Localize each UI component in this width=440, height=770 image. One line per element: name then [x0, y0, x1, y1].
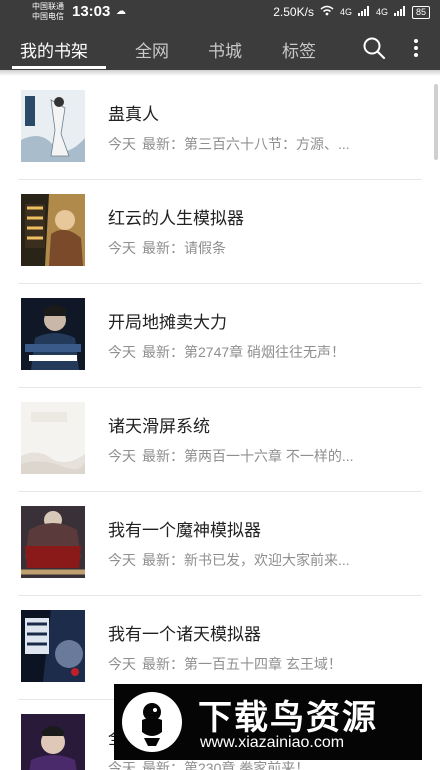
update-date: 今天 — [108, 448, 136, 464]
wifi-icon — [320, 5, 334, 19]
tab-bookstore[interactable]: 书城 — [208, 37, 242, 62]
book-latest-chapter: 今天 最新：第三百六十八节：方源、... — [108, 134, 408, 154]
battery-level: 85 — [411, 5, 430, 19]
book-item[interactable]: 蛊真人 今天 最新：第三百六十八节：方源、... — [18, 76, 422, 180]
status-bar: 中国联通 中国电信 13:03 ☁ 2.50K/s 4G 4G 85 — [0, 0, 440, 24]
book-title: 诸天滑屏系统 — [108, 417, 210, 436]
update-date: 今天 — [108, 240, 136, 256]
book-latest-chapter: 今天 最新：第一百五十四章 玄王域！ — [108, 654, 408, 674]
book-cover[interactable] — [21, 610, 85, 682]
signal-1-label: 4G — [339, 7, 352, 17]
book-latest-chapter: 今天 最新：第两百一十六章 不一样的... — [108, 446, 408, 466]
top-tab-bar: 我的书架 全网 书城 标签 — [0, 24, 440, 70]
book-latest-chapter: 今天 最新：请假条 — [108, 238, 408, 258]
watermark-url: www.xiazainiao.com — [200, 734, 345, 751]
carrier-1: 中国联通 — [32, 2, 64, 11]
book-latest-chapter: 今天 最新：第2747章 硝烟往往无声！ — [108, 342, 408, 362]
update-date: 今天 — [108, 344, 136, 360]
book-cover[interactable] — [21, 90, 85, 162]
carrier-info: 中国联通 中国电信 — [32, 2, 64, 22]
book-latest-chapter: 今天 最新：新书已发，欢迎大家前来... — [108, 550, 408, 570]
book-item[interactable]: 开局地摊卖大力 今天 最新：第2747章 硝烟往往无声！ — [18, 284, 422, 388]
book-title: 我有一个诸天模拟器 — [108, 625, 261, 644]
latest-chapter-text: 最新：第一百五十四章 玄王域！ — [142, 656, 342, 672]
book-title: 开局地摊卖大力 — [108, 313, 227, 332]
more-vertical-icon[interactable] — [408, 36, 424, 60]
update-date: 今天 — [108, 760, 136, 770]
watermark-title: 下载鸟资源 — [198, 699, 378, 737]
book-item[interactable]: 红云的人生模拟器 今天 最新：请假条 — [18, 180, 422, 284]
book-title: 蛊真人 — [108, 105, 159, 124]
book-cover[interactable] — [21, 298, 85, 370]
tab-tags[interactable]: 标签 — [282, 37, 316, 62]
book-cover[interactable] — [21, 402, 85, 474]
scrollbar[interactable] — [434, 84, 438, 160]
book-title: 红云的人生模拟器 — [108, 209, 244, 228]
book-item[interactable]: 我有一个魔神模拟器 今天 最新：新书已发，欢迎大家前来... — [18, 492, 422, 596]
signal-2-label: 4G — [375, 7, 388, 17]
status-right: 2.50K/s 4G 4G 85 — [273, 5, 430, 19]
latest-chapter-text: 最新：第2747章 硝烟往往无声！ — [142, 344, 346, 360]
status-time: 13:03 — [72, 3, 111, 20]
book-title: 我有一个魔神模拟器 — [108, 521, 261, 540]
book-cover[interactable] — [21, 506, 85, 578]
search-icon[interactable] — [362, 36, 386, 60]
book-cover[interactable] — [21, 194, 85, 266]
watermark-banner: 下载鸟资源 www.xiazainiao.com — [114, 684, 422, 760]
bird-logo-icon — [120, 690, 184, 754]
active-tab-indicator — [12, 66, 106, 69]
latest-chapter-text: 最新：新书已发，欢迎大家前来... — [142, 552, 350, 568]
latest-chapter-text: 最新：请假条 — [142, 240, 226, 256]
latest-chapter-text: 最新：第230章 拳家前来！ — [142, 760, 310, 770]
update-date: 今天 — [108, 552, 136, 568]
carrier-2: 中国电信 — [32, 12, 64, 21]
latest-chapter-text: 最新：第三百六十八节：方源、... — [142, 136, 350, 152]
signal-bars-icon — [393, 5, 406, 19]
bookshelf-list: 蛊真人 今天 最新：第三百六十八节：方源、... 红云的人生模拟器 今天 最新：请假… — [0, 76, 440, 770]
tab-my-bookshelf[interactable]: 我的书架 — [20, 37, 88, 62]
cloud-icon: ☁ — [116, 6, 126, 17]
network-speed: 2.50K/s — [273, 5, 314, 19]
book-item[interactable]: 诸天滑屏系统 今天 最新：第两百一十六章 不一样的... — [18, 388, 422, 492]
update-date: 今天 — [108, 136, 136, 152]
tab-whole-web[interactable]: 全网 — [135, 37, 169, 62]
signal-bars-icon — [357, 5, 370, 19]
book-cover[interactable] — [21, 714, 85, 770]
update-date: 今天 — [108, 656, 136, 672]
latest-chapter-text: 最新：第两百一十六章 不一样的... — [142, 448, 354, 464]
